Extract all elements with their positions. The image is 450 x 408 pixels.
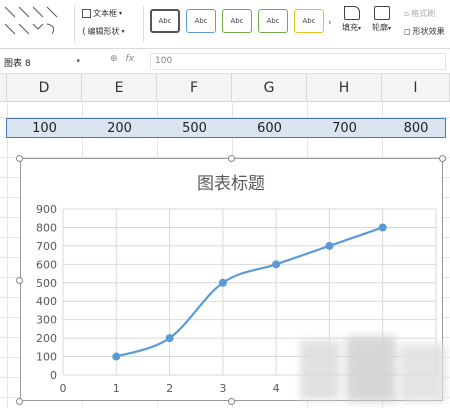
- blurred-watermark: [300, 336, 446, 402]
- fx-icon[interactable]: fx: [126, 54, 135, 64]
- resize-handle-bottom-left[interactable]: [16, 398, 23, 405]
- shape-style-1[interactable]: Abc: [150, 9, 180, 33]
- ribbon-toolbar: 文本框 ▾ ⟨ 编辑形状 ▾ Abc Abc Abc Abc Abc › 填充▾…: [0, 0, 450, 49]
- resize-handle-bottom[interactable]: [228, 398, 235, 405]
- outline-icon: [373, 6, 390, 20]
- column-header-h[interactable]: H: [307, 74, 382, 101]
- cell-h[interactable]: 700: [307, 118, 382, 138]
- cell-f[interactable]: 500: [157, 118, 232, 138]
- x-tick-label: 0: [60, 382, 67, 395]
- formula-bar: 图表 8 ▾ ⊕ fx 100: [0, 51, 450, 74]
- column-header-f[interactable]: F: [157, 74, 232, 101]
- fill-icon: [343, 6, 360, 20]
- data-point[interactable]: [325, 241, 334, 250]
- y-axis-ticks: 0 100 200 300 400 500 600 700 800 900: [36, 203, 57, 382]
- formula-tools: ⊕ fx: [110, 54, 134, 64]
- shape-style-5[interactable]: Abc: [294, 9, 324, 33]
- edit-shape-icon: ⟨: [82, 26, 86, 37]
- resize-handle-top-left[interactable]: [16, 155, 23, 162]
- y-tick-label: 900: [36, 203, 57, 216]
- cell-g[interactable]: 600: [232, 118, 307, 138]
- name-box-value: 图表 8: [4, 58, 31, 69]
- column-header-d[interactable]: D: [7, 74, 82, 101]
- resize-handle-left[interactable]: [16, 277, 23, 284]
- x-tick-label: 3: [219, 382, 226, 395]
- y-tick-label: 400: [36, 295, 57, 308]
- edit-shape-button[interactable]: ⟨ 编辑形状 ▾: [82, 26, 125, 37]
- x-tick-label: 2: [166, 382, 173, 395]
- y-tick-label: 100: [36, 351, 57, 364]
- data-point[interactable]: [218, 278, 227, 287]
- shape-effects-label: 形状效果: [412, 27, 445, 36]
- cell-i[interactable]: 800: [382, 118, 450, 138]
- column-header-e[interactable]: E: [82, 74, 157, 101]
- resize-handle-top[interactable]: [228, 155, 235, 162]
- shape-effects-button[interactable]: ◻ 形状效果: [404, 26, 445, 37]
- name-box[interactable]: 图表 8 ▾: [4, 54, 82, 70]
- text-box-button[interactable]: 文本框 ▾: [82, 8, 122, 19]
- y-tick-label: 300: [36, 314, 57, 327]
- data-point[interactable]: [378, 223, 387, 232]
- shape-style-4[interactable]: Abc: [258, 9, 288, 33]
- ribbon-separator: [143, 6, 144, 42]
- ribbon-separator: [74, 6, 75, 42]
- sheet-row: [0, 101, 450, 118]
- chevron-down-icon: ▾: [358, 25, 362, 32]
- shape-style-sample: Abc: [158, 17, 172, 25]
- shape-style-sample: Abc: [230, 17, 244, 25]
- column-header-edge: [0, 74, 7, 101]
- shapes-gallery[interactable]: [2, 4, 68, 44]
- formula-input[interactable]: 100: [150, 53, 446, 70]
- format-painter-icon: ⌂: [404, 9, 410, 18]
- chevron-down-icon: ▾: [121, 28, 125, 35]
- chevron-down-icon: ▾: [119, 10, 123, 17]
- fill-button[interactable]: 填充▾: [342, 6, 361, 33]
- data-point[interactable]: [165, 334, 174, 343]
- resize-handle-top-right[interactable]: [439, 155, 446, 162]
- zoom-icon[interactable]: ⊕: [110, 54, 118, 64]
- outline-label: 轮廓: [372, 23, 388, 32]
- chevron-down-icon: ▾: [76, 57, 80, 65]
- format-painter-button[interactable]: ⌂ 格式刷: [404, 8, 435, 19]
- shape-effects-icon: ◻: [404, 27, 411, 36]
- y-tick-label: 200: [36, 332, 57, 345]
- shape-style-sample: Abc: [302, 17, 316, 25]
- shape-style-3[interactable]: Abc: [222, 9, 252, 33]
- chart-title[interactable]: 图表标题: [197, 174, 265, 194]
- edit-shape-label: 编辑形状: [87, 27, 120, 36]
- y-tick-label: 500: [36, 277, 57, 290]
- text-box-icon: [82, 9, 91, 18]
- shape-styles-gallery: Abc Abc Abc Abc Abc: [148, 5, 334, 37]
- text-box-label: 文本框: [93, 9, 117, 18]
- data-point[interactable]: [272, 260, 281, 269]
- x-tick-label: 4: [273, 382, 280, 395]
- y-tick-label: 600: [36, 258, 57, 271]
- data-point[interactable]: [112, 352, 121, 361]
- y-tick-label: 700: [36, 240, 57, 253]
- column-header-i[interactable]: I: [382, 74, 450, 101]
- x-axis-ticks: 0 1 2 3 4: [60, 382, 280, 395]
- cell-e[interactable]: 200: [82, 118, 157, 138]
- chevron-down-icon: ▾: [388, 25, 392, 32]
- shape-style-2[interactable]: Abc: [186, 9, 216, 33]
- column-headers: D E F G H I: [0, 74, 450, 102]
- cell-d[interactable]: 100: [7, 118, 82, 138]
- shape-style-sample: Abc: [266, 17, 280, 25]
- fill-label: 填充: [342, 23, 358, 32]
- format-painter-label: 格式刷: [411, 9, 436, 18]
- sheet-row: [0, 138, 450, 158]
- x-tick-label: 1: [113, 382, 120, 395]
- shape-style-sample: Abc: [194, 17, 208, 25]
- column-header-g[interactable]: G: [232, 74, 307, 101]
- styles-more-icon[interactable]: ›: [328, 18, 332, 28]
- y-tick-label: 800: [36, 221, 57, 234]
- outline-button[interactable]: 轮廓▾: [372, 6, 391, 33]
- y-tick-label: 0: [50, 369, 57, 382]
